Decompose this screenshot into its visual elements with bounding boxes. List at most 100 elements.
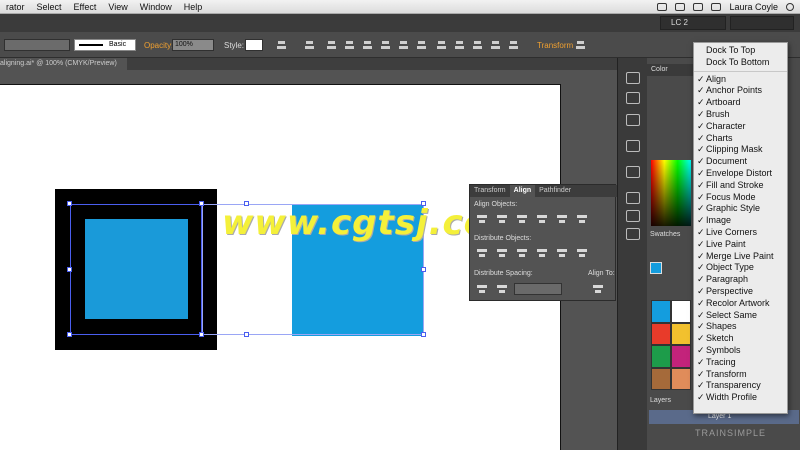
- menu-item-graphic-style[interactable]: ✓ Graphic Style: [694, 203, 787, 215]
- swatch[interactable]: [651, 322, 671, 345]
- menu-item-merge-live-paint[interactable]: ✓ Merge Live Paint: [694, 251, 787, 263]
- menu-item-focus-mode[interactable]: ✓ Focus Mode: [694, 192, 787, 204]
- menu-item-symbols[interactable]: ✓ Symbols: [694, 345, 787, 357]
- menu-item-tracing[interactable]: ✓ Tracing: [694, 357, 787, 369]
- align-top-icon[interactable]: [534, 213, 550, 225]
- align-top-icon[interactable]: [380, 40, 391, 50]
- selection-handle[interactable]: [67, 201, 72, 206]
- menu-item-shapes[interactable]: ✓ Shapes: [694, 321, 787, 333]
- menu-item-anchor-points[interactable]: ✓ Anchor Points: [694, 85, 787, 97]
- sync-icon[interactable]: [675, 3, 686, 11]
- spotlight-icon[interactable]: [786, 3, 794, 11]
- swatch[interactable]: [671, 345, 691, 368]
- distribute-hcenter-icon[interactable]: [508, 40, 519, 50]
- align-right-icon[interactable]: [514, 213, 530, 225]
- align-hcenter-icon[interactable]: [344, 40, 355, 50]
- opacity-label[interactable]: Opacity:: [144, 41, 173, 50]
- appearance-icon[interactable]: [626, 192, 640, 204]
- layers-icon[interactable]: [626, 228, 640, 240]
- selection-handle[interactable]: [199, 201, 204, 206]
- menu-item-dock-1[interactable]: Dock To Bottom: [694, 57, 787, 69]
- swatch-icon[interactable]: [626, 92, 640, 104]
- distribute-vcenter-icon[interactable]: [454, 40, 465, 50]
- graphic-style-swatch[interactable]: [245, 39, 263, 51]
- menu-item-live-paint[interactable]: ✓ Live Paint: [694, 239, 787, 251]
- distribute-top-icon[interactable]: [436, 40, 447, 50]
- align-to-icon[interactable]: [304, 40, 315, 50]
- arrange-icon[interactable]: [575, 40, 586, 50]
- color-spectrum[interactable]: [651, 160, 691, 226]
- menu-item-clipping-mask[interactable]: ✓ Clipping Mask: [694, 144, 787, 156]
- menu-item-envelope-distort[interactable]: ✓ Envelope Distort: [694, 168, 787, 180]
- camera-icon[interactable]: [657, 3, 668, 11]
- selection-handle[interactable]: [244, 332, 249, 337]
- distribute-hcenter-icon[interactable]: [554, 247, 570, 259]
- distribute-left-icon[interactable]: [534, 247, 550, 259]
- menu-item-brush[interactable]: ✓ Brush: [694, 109, 787, 121]
- layer-name[interactable]: Layer 1: [708, 413, 731, 420]
- selection-handle[interactable]: [199, 332, 204, 337]
- distribute-vcenter-icon[interactable]: [494, 247, 510, 259]
- menu-item-paragraph[interactable]: ✓ Paragraph: [694, 274, 787, 286]
- swatch[interactable]: [671, 367, 691, 390]
- menu-item-document[interactable]: ✓ Document: [694, 156, 787, 168]
- distribute-top-icon[interactable]: [474, 247, 490, 259]
- menu-item-live-corners[interactable]: ✓ Live Corners: [694, 227, 787, 239]
- menu-app[interactable]: rator: [0, 0, 31, 14]
- distribute-hspace-icon[interactable]: [494, 283, 510, 295]
- align-vcenter-icon[interactable]: [554, 213, 570, 225]
- menu-item-width-profile[interactable]: ✓ Width Profile: [694, 392, 787, 404]
- distribute-vspace-icon[interactable]: [474, 283, 490, 295]
- swatch[interactable]: [651, 345, 671, 368]
- gradient-icon[interactable]: [626, 140, 640, 152]
- document-tab[interactable]: aligning.ai* @ 100% (CMYK/Preview): [0, 58, 127, 70]
- distribute-bottom-icon[interactable]: [514, 247, 530, 259]
- menu-item-transparency[interactable]: ✓ Transparency: [694, 380, 787, 392]
- search-field[interactable]: [730, 16, 794, 30]
- menu-window[interactable]: Window: [134, 0, 178, 14]
- selection-handle[interactable]: [421, 267, 426, 272]
- transparency-icon[interactable]: [626, 166, 640, 178]
- layers-tab[interactable]: Layers: [650, 397, 671, 404]
- align-vcenter-icon[interactable]: [398, 40, 409, 50]
- tab-transform[interactable]: Transform: [470, 185, 510, 197]
- selection-handle[interactable]: [67, 332, 72, 337]
- align-left-icon[interactable]: [474, 213, 490, 225]
- swatch[interactable]: [651, 367, 671, 390]
- spacing-input[interactable]: [514, 283, 562, 295]
- swatch[interactable]: [671, 322, 691, 345]
- color-panel-tab[interactable]: Color: [647, 64, 695, 76]
- recolor-icon[interactable]: [276, 40, 287, 50]
- tab-align[interactable]: Align: [509, 185, 536, 197]
- align-right-icon[interactable]: [362, 40, 373, 50]
- align-to-dropdown[interactable]: [590, 283, 606, 295]
- swatch[interactable]: [671, 300, 691, 323]
- menu-item-recolor-artwork[interactable]: ✓ Recolor Artwork: [694, 298, 787, 310]
- menu-help[interactable]: Help: [178, 0, 209, 14]
- workspace-switcher[interactable]: LC 2: [660, 16, 726, 30]
- selection-handle[interactable]: [67, 267, 72, 272]
- wifi-icon[interactable]: [711, 3, 722, 11]
- align-left-icon[interactable]: [326, 40, 337, 50]
- adobe-icon[interactable]: [693, 3, 704, 11]
- fill-swatch-preview[interactable]: [650, 262, 662, 274]
- menu-item-select-same[interactable]: ✓ Select Same: [694, 310, 787, 322]
- opacity-input[interactable]: 100%: [172, 39, 214, 51]
- user-name[interactable]: Laura Coyle: [729, 2, 778, 12]
- menu-effect[interactable]: Effect: [68, 0, 103, 14]
- menu-view[interactable]: View: [102, 0, 133, 14]
- selection-handle[interactable]: [421, 332, 426, 337]
- selection-bounding-box[interactable]: [70, 204, 202, 335]
- menu-item-character[interactable]: ✓ Character: [694, 121, 787, 133]
- menu-item-fill-and-stroke[interactable]: ✓ Fill and Stroke: [694, 180, 787, 192]
- menu-item-image[interactable]: ✓ Image: [694, 215, 787, 227]
- align-bottom-icon[interactable]: [574, 213, 590, 225]
- stroke-icon[interactable]: [626, 114, 640, 126]
- menu-item-dock-0[interactable]: Dock To Top: [694, 45, 787, 57]
- menu-item-artboard[interactable]: ✓ Artboard: [694, 97, 787, 109]
- menu-item-transform[interactable]: ✓ Transform: [694, 369, 787, 381]
- distribute-left-icon[interactable]: [490, 40, 501, 50]
- swatch[interactable]: [651, 300, 671, 323]
- menu-item-object-type[interactable]: ✓ Object Type: [694, 262, 787, 274]
- menu-item-sketch[interactable]: ✓ Sketch: [694, 333, 787, 345]
